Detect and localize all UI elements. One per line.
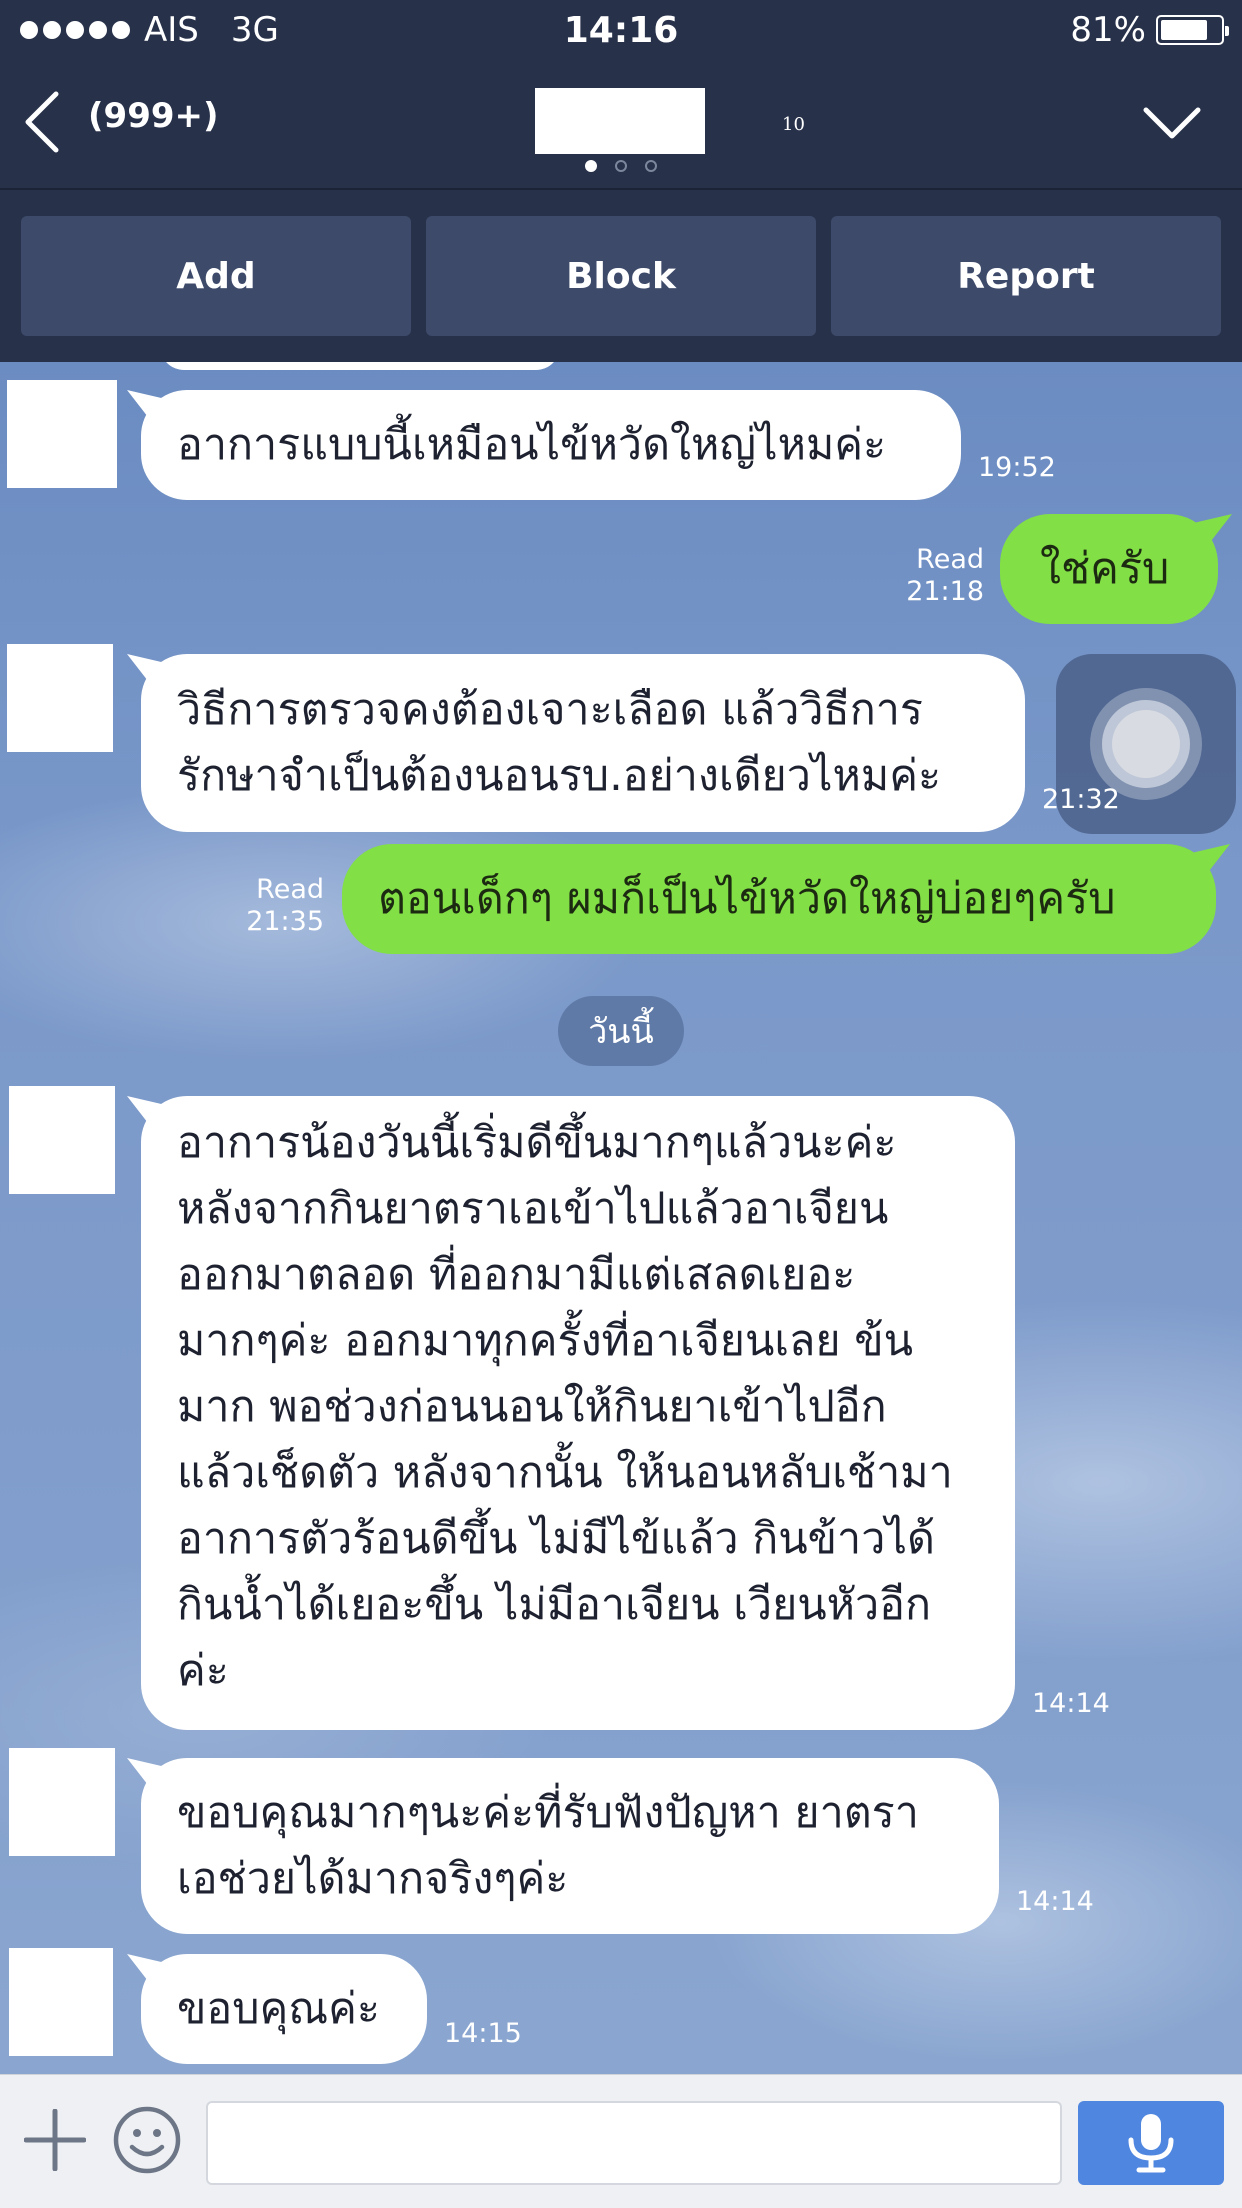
member-count: 10 [782, 114, 805, 135]
emoji-icon[interactable] [112, 2105, 182, 2175]
date-separator: วันนี้ [558, 996, 684, 1066]
received-message-bubble[interactable]: วิธีการตรวจคงต้องเจาะเลือด แล้ววิธีการ ร… [141, 654, 1025, 832]
message-time: 14:15 [444, 2018, 522, 2049]
add-button[interactable]: Add [21, 216, 411, 336]
page-dot [615, 160, 627, 172]
message-text: รักษาจำเป็นต้องนอนรบ.อย่างเดียวไหมค่ะ [177, 751, 942, 801]
message-meta: Read 21:35 [240, 874, 324, 938]
received-message-bubble[interactable]: อาการน้องวันนี้เริ่มดีขึ้นมากๆแล้วนะค่ะ … [141, 1096, 1015, 1730]
message-text: หลังจากกินยาตราเอเข้าไปแล้วอาเจียน [177, 1184, 889, 1234]
message-text: วิธีการตรวจคงต้องเจาะเลือด แล้ววิธีการ [177, 685, 924, 735]
status-bar: AIS 3G 14:16 81% [0, 0, 1242, 62]
message-input[interactable] [206, 2101, 1062, 2185]
chat-header: (999+) 10 [0, 62, 1242, 190]
message-time: 21:18 [906, 576, 984, 607]
received-message-bubble[interactable]: ขอบคุณค่ะ [141, 1954, 427, 2064]
sender-avatar[interactable] [9, 1948, 113, 2056]
page-dot [585, 160, 597, 172]
previous-message-bubble [160, 362, 560, 370]
sent-message-bubble[interactable]: ใช่ครับ [1000, 514, 1218, 624]
chat-title-redacted[interactable] [535, 88, 705, 154]
voice-message-button[interactable] [1078, 2101, 1224, 2185]
read-receipt: Read [256, 874, 324, 905]
battery-icon [1156, 15, 1229, 45]
status-right: 81% [1070, 10, 1229, 50]
battery-percent: 81% [1070, 10, 1146, 50]
sender-avatar[interactable] [7, 644, 113, 752]
message-text: อาการน้องวันนี้เริ่มดีขึ้นมากๆแล้วนะค่ะ [177, 1118, 897, 1168]
back-arrow-icon[interactable] [20, 90, 64, 154]
message-time: 19:52 [978, 452, 1056, 483]
message-time: 14:14 [1032, 1688, 1110, 1719]
message-text: กินน้ำได้เยอะขึ้น ไม่มีอาเจียน เวียนหัวอ… [177, 1580, 932, 1630]
message-list[interactable]: อาการแบบนี้เหมือนไข้หวัดใหญ่ไหมค่ะ 19:52… [0, 362, 1242, 2074]
received-message-bubble[interactable]: ขอบคุณมากๆนะค่ะที่รับฟังปัญหา ยาตรา เอช่… [141, 1758, 999, 1934]
page-indicator [585, 160, 657, 172]
chevron-down-icon[interactable] [1142, 98, 1202, 146]
message-time: 14:14 [1016, 1886, 1094, 1917]
message-text: แล้วเช็ดตัว หลังจากนั้น ให้นอนหลับเช้ามา [177, 1448, 953, 1498]
sender-avatar[interactable] [9, 1748, 115, 1856]
message-time: 21:35 [246, 906, 324, 937]
message-text: ตอนเด็กๆ ผมก็เป็นไข้หวัดใหญ่บ่อยๆครับ [378, 874, 1116, 924]
page-dot [645, 160, 657, 172]
message-text: อาการตัวร้อนดีขึ้น ไม่มีไข้แล้ว กินข้าวไ… [177, 1514, 935, 1564]
received-message-bubble[interactable]: อาการแบบนี้เหมือนไข้หวัดใหญ่ไหมค่ะ [141, 390, 961, 500]
sent-message-bubble[interactable]: ตอนเด็กๆ ผมก็เป็นไข้หวัดใหญ่บ่อยๆครับ [342, 844, 1216, 954]
message-text: ออกมาตลอด ที่ออกมามีแต่เสลดเยอะ [177, 1250, 856, 1300]
message-text: เอช่วยได้มากจริงๆค่ะ [177, 1854, 569, 1904]
message-text: มาก พอช่วงก่อนนอนให้กินยาเข้าไปอีก [177, 1382, 887, 1432]
sender-avatar[interactable] [7, 380, 117, 488]
message-meta: Read 21:18 [900, 544, 984, 608]
action-bar: Add Block Report [0, 190, 1242, 362]
clock: 14:16 [563, 10, 679, 51]
message-text: ขอบคุณค่ะ [177, 1984, 381, 2034]
message-composer [0, 2074, 1242, 2208]
sender-avatar[interactable] [9, 1086, 115, 1194]
message-text: ใช่ครับ [1040, 544, 1170, 594]
read-receipt: Read [916, 544, 984, 575]
unread-count[interactable]: (999+) [88, 96, 219, 136]
message-text: อาการแบบนี้เหมือนไข้หวัดใหญ่ไหมค่ะ [177, 420, 887, 470]
microphone-icon [1128, 2114, 1174, 2173]
message-text: ขอบคุณมากๆนะค่ะที่รับฟังปัญหา ยาตรา [177, 1788, 919, 1838]
message-time: 21:32 [1042, 784, 1120, 815]
plus-icon[interactable] [24, 2109, 86, 2171]
report-button[interactable]: Report [831, 216, 1221, 336]
message-text: ค่ะ [177, 1646, 229, 1696]
block-button[interactable]: Block [426, 216, 816, 336]
message-text: มากๆค่ะ ออกมาทุกครั้งที่อาเจียนเลย ข้น [177, 1316, 914, 1366]
